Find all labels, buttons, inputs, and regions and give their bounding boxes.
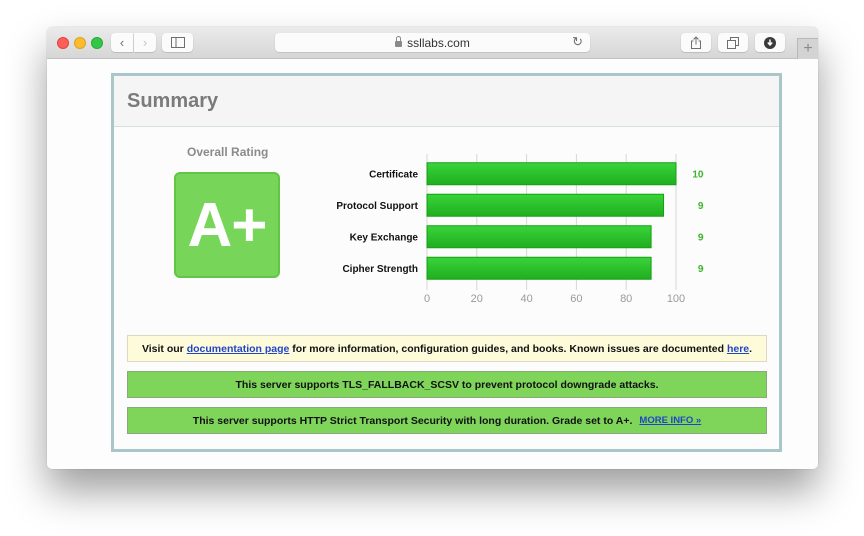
x-tick-label: 80 <box>620 293 632 305</box>
download-icon <box>764 36 776 49</box>
show-tabs-button[interactable] <box>718 33 748 52</box>
category-label: Cipher Strength <box>342 264 418 275</box>
forward-button[interactable]: › <box>134 33 156 52</box>
summary-title: Summary <box>127 89 219 112</box>
chevron-right-icon: › <box>142 35 148 50</box>
category-label: Key Exchange <box>350 232 419 243</box>
address-bar[interactable]: ssllabs.com ↻ <box>275 33 590 52</box>
summary-panel: Summary Overall Rating A+ 0 20 40 60 80 100 Ce… <box>111 73 782 452</box>
category-label: Certificate <box>369 169 418 180</box>
fallback-scsv-notice: This server supports TLS_FALLBACK_SCSV t… <box>127 371 767 398</box>
minimize-window-button[interactable] <box>74 37 86 49</box>
more-info-link[interactable]: MORE INFO » <box>639 415 701 426</box>
notice-text-prefix: Visit our <box>141 342 184 355</box>
bar-key-exchange <box>426 225 652 249</box>
bar-cipher-strength <box>426 256 652 280</box>
value-label: 95 <box>698 201 704 212</box>
category-label: Protocol Support <box>336 201 418 212</box>
hsts-text: This server supports HTTP Strict Transpo… <box>192 414 633 427</box>
share-button[interactable] <box>681 33 711 52</box>
rating-bar-chart: 0 20 40 60 80 100 Certificate 100 Protocol Suppo… <box>336 154 704 305</box>
fallback-scsv-text: This server supports TLS_FALLBACK_SCSV t… <box>235 378 659 391</box>
reload-icon[interactable]: ↻ <box>572 34 583 50</box>
browser-window: ‹ › ssllabs.com ↻ + Summary Overall Rati… <box>47 27 818 469</box>
value-label: 100 <box>692 169 704 180</box>
new-tab-button[interactable]: + <box>797 38 818 59</box>
overall-rating-label: Overall Rating <box>187 145 269 159</box>
notice-text-middle: for more information, configuration guid… <box>292 342 725 355</box>
chevron-left-icon: ‹ <box>119 35 125 50</box>
sidebar-toggle-button[interactable] <box>162 33 193 52</box>
hsts-notice: This server supports HTTP Strict Transpo… <box>127 407 767 434</box>
x-tick-label: 20 <box>471 293 483 305</box>
page-content: Summary Overall Rating A+ 0 20 40 60 80 100 Ce… <box>47 59 818 469</box>
overall-grade-badge: A+ <box>174 172 280 278</box>
close-window-button[interactable] <box>57 37 69 49</box>
notice-text-suffix: . <box>749 342 753 355</box>
bar-certificate <box>426 162 677 186</box>
x-tick-label: 60 <box>570 293 582 305</box>
plus-icon: + <box>803 40 813 57</box>
value-label: 90 <box>698 232 704 243</box>
zoom-window-button[interactable] <box>91 37 103 49</box>
share-icon <box>691 36 701 49</box>
documentation-page-link[interactable]: documentation page <box>187 343 290 355</box>
bar-protocol-support <box>426 193 665 217</box>
title-bar: ‹ › ssllabs.com ↻ + <box>47 27 818 59</box>
summary-header: Summary <box>114 76 779 127</box>
back-button[interactable]: ‹ <box>111 33 133 52</box>
downloads-button[interactable] <box>755 33 785 52</box>
tabs-icon <box>727 36 739 49</box>
lock-icon <box>395 36 403 47</box>
documentation-notice: Visit our documentation page for more in… <box>127 335 767 362</box>
known-issues-link[interactable]: here <box>727 343 749 355</box>
x-tick-label: 40 <box>520 293 532 305</box>
sidebar-icon <box>170 37 185 48</box>
x-tick-label: 0 <box>424 293 430 305</box>
value-label: 90 <box>698 264 704 275</box>
x-tick-label: 100 <box>667 293 685 305</box>
url-text: ssllabs.com <box>407 35 470 50</box>
